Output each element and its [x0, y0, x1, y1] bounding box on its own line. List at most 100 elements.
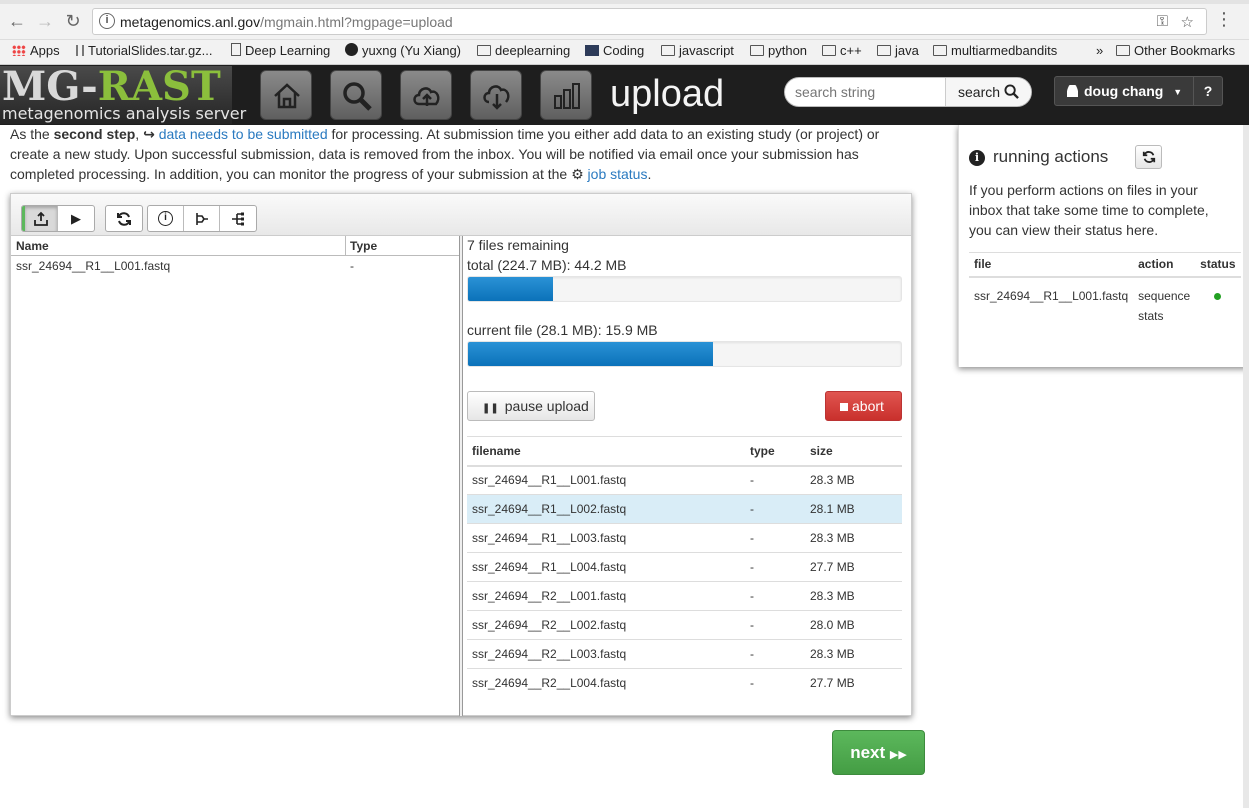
- column-header-file: file: [969, 252, 1134, 278]
- bookmark-javascript[interactable]: javascript: [661, 43, 734, 58]
- info-tool-button[interactable]: i: [148, 206, 184, 231]
- pause-upload-button[interactable]: ❚❚ pause upload: [467, 391, 595, 421]
- upload-tool-button[interactable]: [22, 206, 58, 231]
- folder-icon: [877, 45, 891, 56]
- column-header-filename: filename: [467, 436, 745, 467]
- demultiplex-tool-button[interactable]: [220, 206, 256, 231]
- row-filename: ssr_24694__R1__L001.fastq: [467, 465, 745, 495]
- row-filename: ssr_24694__R1__L003.fastq: [467, 523, 745, 553]
- submit-data-link[interactable]: data needs to be submitted: [159, 126, 328, 142]
- running-actions-header: file action status: [969, 252, 1241, 278]
- abort-button[interactable]: abort: [825, 391, 902, 421]
- join-tool-button[interactable]: [184, 206, 220, 231]
- intro-text: As the second step, ↪ data needs to be s…: [10, 126, 880, 182]
- back-icon[interactable]: ←: [6, 10, 28, 32]
- info-icon[interactable]: i: [99, 13, 115, 29]
- info-icon: i: [158, 211, 173, 226]
- row-type: -: [745, 610, 805, 640]
- table-row: ssr_24694__R2__L001.fastq -28.3 MB: [467, 581, 902, 611]
- bookmark-other[interactable]: Other Bookmarks: [1116, 43, 1235, 58]
- toolbar-group-actions: ▶: [21, 205, 95, 232]
- bookmark-yuxng[interactable]: yuxng (Yu Xiang): [345, 43, 461, 58]
- analysis-nav-button[interactable]: [540, 70, 592, 120]
- user-icon: [1067, 85, 1078, 97]
- action-file: ssr_24694__R1__L001.fastq: [969, 276, 1134, 334]
- total-progress-fill: [468, 277, 554, 301]
- refresh-tool-button[interactable]: [106, 206, 142, 231]
- menu-icon[interactable]: ⋮: [1215, 9, 1233, 30]
- row-size: 28.3 MB: [805, 581, 902, 611]
- inbox-file-list: Name Type ssr_24694__R1__L001.fastq -: [11, 236, 459, 276]
- table-row: ssr_24694__R2__L002.fastq -28.0 MB: [467, 610, 902, 640]
- inbox-table-header: Name Type: [11, 236, 459, 256]
- bookmark-cpp[interactable]: c++: [822, 43, 862, 58]
- page-scrollbar[interactable]: [1243, 125, 1249, 808]
- bar-chart-icon: [554, 83, 580, 109]
- row-size: 28.3 MB: [805, 523, 902, 553]
- mg-rast-logo[interactable]: MG-RAST metagenomics analysis server: [0, 63, 246, 124]
- bookmark-deeplearning[interactable]: deeplearning: [477, 43, 570, 58]
- star-icon[interactable]: ☆: [1181, 13, 1194, 31]
- inbox-row-type: -: [350, 259, 354, 273]
- toolbar-group-refresh: [105, 205, 143, 232]
- current-progress-bar: [467, 341, 902, 367]
- arrow-right-icon: ↪: [143, 126, 155, 142]
- current-progress-label: current file (28.1 MB): 15.9 MB: [467, 322, 658, 338]
- search-input[interactable]: [785, 78, 945, 106]
- play-icon: ▶: [71, 210, 81, 226]
- column-header-status: status: [1195, 252, 1241, 278]
- current-progress-fill: [468, 342, 714, 366]
- bookmark-coding[interactable]: Coding: [585, 43, 644, 58]
- bookmarks-overflow[interactable]: »: [1096, 43, 1103, 58]
- inbox-row-name: ssr_24694__R1__L001.fastq: [16, 259, 171, 273]
- download-nav-button[interactable]: [470, 70, 522, 120]
- info-icon: i: [969, 150, 985, 166]
- folder-icon: [822, 45, 836, 56]
- upload-tray-icon: [34, 211, 48, 226]
- next-button[interactable]: next ▶▶: [832, 730, 925, 775]
- column-header-action: action: [1133, 252, 1196, 278]
- split-handle[interactable]: [459, 236, 463, 716]
- search-button[interactable]: search: [945, 78, 1031, 106]
- files-remaining: 7 files remaining: [467, 237, 569, 253]
- cloud-download-icon: [483, 85, 510, 110]
- refresh-actions-button[interactable]: [1135, 145, 1162, 169]
- bookmark-multiarmedbandits[interactable]: multiarmedbandits: [933, 43, 1057, 58]
- bookmark-apps[interactable]: Apps: [12, 43, 60, 58]
- row-filename: ssr_24694__R2__L002.fastq: [467, 610, 745, 640]
- running-actions-table: file action status ssr_24694__R1__L001.f…: [969, 252, 1241, 334]
- table-row: ssr_24694__R1__L002.fastq -28.1 MB: [467, 494, 902, 524]
- key-icon[interactable]: ⚿: [1157, 13, 1168, 30]
- inbox-toolbar: ▶ i: [11, 194, 911, 236]
- row-size: 28.3 MB: [805, 639, 902, 669]
- user-menu-button[interactable]: doug chang ▼: [1054, 76, 1194, 106]
- row-filename: ssr_24694__R1__L002.fastq: [467, 494, 745, 524]
- bookmark-tutorialslides[interactable]: TutorialSlides.tar.gz...: [76, 43, 213, 58]
- row-type: -: [745, 465, 805, 495]
- gears-icon: ⚙: [571, 166, 584, 182]
- fast-forward-icon: ▶▶: [889, 749, 907, 761]
- home-button[interactable]: [260, 70, 312, 120]
- bookmarks-bar: Apps TutorialSlides.tar.gz... Deep Learn…: [0, 40, 1249, 65]
- bookmark-java[interactable]: java: [877, 43, 919, 58]
- bookmark-python[interactable]: python: [750, 43, 807, 58]
- row-size: 27.7 MB: [805, 552, 902, 582]
- split-icon: [232, 212, 244, 225]
- folder-icon: [933, 45, 947, 56]
- table-row: ssr_24694__R1__L003.fastq -28.3 MB: [467, 523, 902, 553]
- reload-icon[interactable]: ↻: [62, 10, 84, 32]
- page-icon: [231, 43, 241, 56]
- help-button[interactable]: ?: [1193, 76, 1223, 106]
- pause-icon: ❚❚: [482, 403, 499, 414]
- forward-icon[interactable]: →: [34, 10, 56, 32]
- job-status-link[interactable]: job status: [588, 166, 648, 182]
- column-header-type[interactable]: Type: [350, 239, 377, 253]
- column-header-name[interactable]: Name: [16, 239, 49, 253]
- search-nav-button[interactable]: [330, 70, 382, 120]
- upload-nav-button[interactable]: [400, 70, 452, 120]
- play-tool-button[interactable]: ▶: [58, 206, 94, 231]
- bookmark-deep-learning[interactable]: Deep Learning: [231, 43, 330, 58]
- address-bar[interactable]: i metagenomics.anl.gov/mgmain.html?mgpag…: [92, 8, 1207, 35]
- row-size: 28.1 MB: [805, 494, 902, 524]
- inbox-row[interactable]: ssr_24694__R1__L001.fastq -: [11, 256, 459, 276]
